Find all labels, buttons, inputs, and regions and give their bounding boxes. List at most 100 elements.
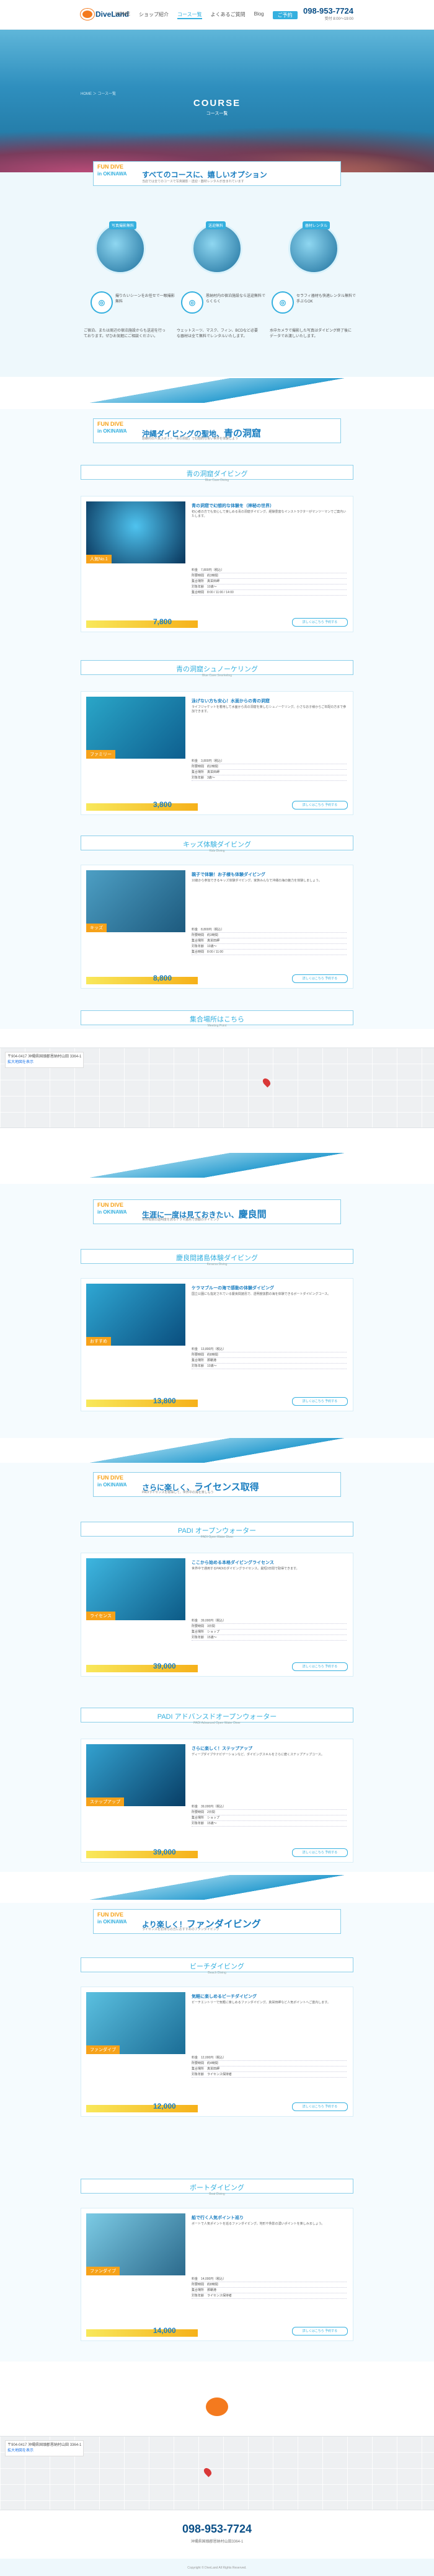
map-link[interactable]: 拡大地図を表示 — [7, 2449, 33, 2453]
course-card: 人気No.1 青の洞窟で幻想的な体験を（神秘の世界） 初心者の方でも安心して楽し… — [81, 496, 353, 632]
main-nav: HOME ショップ紹介 コース一覧 よくあるご質問 Blog ご予約 — [115, 11, 298, 19]
reserve-button[interactable]: 詳しくはこちら 予約する — [292, 2327, 348, 2336]
reserve-button[interactable]: 詳しくはこちら 予約する — [292, 974, 348, 983]
intro-band — [0, 172, 434, 377]
intro-point-1: 撮りたいシーンをお任せで一眼撮影無料 — [115, 294, 175, 304]
photo-circle-3: 器材レンタル — [288, 221, 339, 274]
course-title: PADI アドバンスドオープンウォーター PADI Advanced Open W… — [81, 1708, 353, 1725]
price-bar: 8,800 — [86, 974, 198, 984]
course-headline: さらに楽しく！ステップアップ — [192, 1747, 252, 1751]
footer-logo-icon[interactable] — [206, 2397, 228, 2416]
map-link[interactable]: 拡大地図を表示 — [7, 1061, 33, 1064]
nav-faq[interactable]: よくあるご質問 — [211, 11, 246, 19]
price-bar: 14,000 — [86, 2326, 198, 2337]
site-logo[interactable]: DiveLand — [81, 6, 129, 24]
reserve-button[interactable]: 詳しくはこちら 予約する — [292, 1397, 348, 1406]
section-caption: 恩納村の人気スポット「青の洞窟」で幻想的な青い世界を体験しよう — [142, 437, 239, 441]
nav-reserve[interactable]: ご予約 — [272, 11, 298, 19]
price-bar: 7,800 — [86, 617, 198, 628]
course-title: キッズ体験ダイビング Kids Diving — [81, 836, 353, 853]
map-embed[interactable]: 〒904-0417 沖縄県国頭郡恩納村山田 3364-1 拡大地図を表示 — [0, 1048, 434, 1128]
wave-stripe — [0, 1438, 434, 1463]
course-desc: 世界中で通用するPADIのダイビングライセンス。最短3日間で取得できます。 — [192, 1567, 299, 1571]
wave-stripe — [0, 1153, 434, 1178]
course-card: ファンダイブ 気軽に楽しめるビーチダイビング ビーチエントリーで気軽に楽しめるフ… — [81, 1987, 353, 2117]
course-title: PADI オープンウォーター PADI Open Water Diver — [81, 1522, 353, 1539]
reserve-button[interactable]: 詳しくはこちら 予約する — [292, 2102, 348, 2111]
page-title: COURSE — [193, 98, 241, 108]
course-card: ステップアップ さらに楽しく！ステップアップ ディープダイブやナビゲーションなど… — [81, 1739, 353, 1863]
meeting-title: 集合場所はこちら Meeting Point — [81, 1010, 353, 1028]
section-caption: 世界有数の透明度を誇るケラマ諸島で感動のダイビング — [142, 1218, 220, 1222]
price-bar: 13,800 — [86, 1396, 198, 1407]
nav-shop[interactable]: ショップ紹介 — [139, 11, 169, 19]
course-desc: ライフジャケットを着用して水面から青の洞窟を楽しむシュノーケリング。小さなお子様… — [192, 705, 347, 713]
course-specs: 料金 14,000円（税込） 所要時間 約8時間 集合場所 那覇港 対象年齢 ラ… — [192, 2277, 347, 2299]
tel-number: 098-953-7724 — [303, 6, 353, 15]
fun-heading: FUN DIVE in OKINAWA より楽しく！ファンダイビング ライセンスを… — [93, 1909, 341, 1934]
tel-hours: 受付 8:00〜19:00 — [324, 17, 353, 21]
fun-dive-badge: FUN DIVE in OKINAWA — [97, 1202, 127, 1215]
hero-banner: HOME ＞ コース一覧 COURSE コース一覧 — [0, 30, 434, 172]
course-desc: ボートで人気ポイントを巡るファンダイビング。地形や魚影の濃いポイントを楽しみまし… — [192, 2222, 325, 2226]
course-specs: 料金 39,000円（税込） 所要時間 2日間 集合場所 ショップ 対象年齢 1… — [192, 1804, 347, 1827]
course-card: ライセンス ここから始める本格ダイビングライセンス 世界中で通用するPADIのダ… — [81, 1553, 353, 1677]
header-tel[interactable]: 098-953-7724 受付 8:00〜19:00 — [303, 6, 353, 21]
breadcrumb: HOME ＞ コース一覧 — [81, 92, 117, 96]
course-headline: 泳げない方も安心！水面からの青の洞窟 — [192, 699, 270, 704]
course-photo: 人気No.1 — [86, 501, 185, 563]
course-card: ファンダイブ 船で行く人気ポイント巡り ボートで人気ポイントを巡るファンダイビン… — [81, 2208, 353, 2341]
car-icon: ◎ — [181, 291, 203, 314]
site-header: DiveLand HOME ショップ紹介 コース一覧 よくあるご質問 Blog … — [0, 0, 434, 30]
footer-tel[interactable]: 098-953-7724 — [0, 2523, 434, 2536]
intro-point-3: セラフィ器材も快適レンタル無料で手ぶらOK — [296, 294, 356, 304]
course-desc: 初心者の方でも安心して楽しめる青の洞窟ダイビング。経験豊富なインストラクターがマ… — [192, 510, 347, 518]
price-bar: 39,000 — [86, 1662, 198, 1672]
course-card: おすすめ ケラマブルーの海で感動の体験ダイビング 国立公園にも指定されている慶良… — [81, 1278, 353, 1411]
intro-blurb-1: ご宿泊、または周辺の宿泊施設からも送迎を行っております。ぜひお気軽にご相談くださ… — [84, 329, 166, 338]
price-bar: 3,800 — [86, 800, 198, 811]
course-specs: 料金 3,800円（税込） 所要時間 約2時間 集合場所 真栄田岬 対象年齢 3… — [192, 759, 347, 781]
reserve-button[interactable]: 詳しくはこちら 予約する — [292, 1848, 348, 1857]
course-desc: ディープダイブやナビゲーションなど、ダイビングスキルをさらに磨くステップアップコ… — [192, 1753, 324, 1757]
price-bar: 12,000 — [86, 2102, 198, 2112]
course-title: 慶良間諸島体験ダイビング Kerama Diving — [81, 1249, 353, 1266]
reserve-button[interactable]: 詳しくはこちら 予約する — [292, 801, 348, 809]
course-desc: 10歳から参加できるキッズ体験ダイビング。家族みんなで沖縄の海の魅力を体験しまし… — [192, 879, 322, 883]
course-specs: 料金 13,800円（税込） 所要時間 約8時間 集合場所 那覇港 対象年齢 1… — [192, 1347, 347, 1369]
course-photo: おすすめ — [86, 1284, 185, 1346]
footer-map-embed[interactable]: 〒904-0417 沖縄県国頭郡恩納村山田 3364-1 拡大地図を表示 — [0, 2436, 434, 2510]
course-desc: ビーチエントリーで気軽に楽しめるファンダイビング。真栄田岬など人気ポイントへご案… — [192, 2001, 330, 2005]
course-headline: 船で行く人気ポイント巡り — [192, 2216, 244, 2220]
map-address: 〒904-0417 沖縄県国頭郡恩納村山田 3364-1 拡大地図を表示 — [5, 2440, 84, 2456]
intro-title: すべてのコースに、嬉しいオプション — [142, 170, 267, 179]
course-photo: キッズ — [86, 870, 185, 932]
intro-heading: FUN DIVE in OKINAWA すべてのコースに、嬉しいオプション 当店で… — [93, 161, 341, 186]
wave-stripe — [0, 1875, 434, 1900]
fun-dive-badge: FUN DIVE in OKINAWA — [97, 1912, 127, 1925]
reserve-button[interactable]: 詳しくはこちら 予約する — [292, 618, 348, 627]
reserve-button[interactable]: 詳しくはこちら 予約する — [292, 1662, 348, 1671]
nav-course[interactable]: コース一覧 — [177, 11, 202, 19]
course-headline: ケラマブルーの海で感動の体験ダイビング — [192, 1286, 274, 1290]
nav-blog[interactable]: Blog — [254, 11, 264, 19]
page-subtitle: コース一覧 — [206, 112, 228, 116]
blue-cave-heading: FUN DIVE in OKINAWA 沖縄ダイビングの聖地、青の洞窟 恩納村の人… — [93, 418, 341, 443]
course-specs: 料金 8,800円（税込） 所要時間 約3時間 集合場所 真栄田岬 対象年齢 1… — [192, 927, 347, 955]
kerama-heading: FUN DIVE in OKINAWA 生涯に一度は見ておきたい、慶良間 世界有数… — [93, 1199, 341, 1224]
intro-point-2: 恩納村内の宿泊施設なら送迎無料でらくらく — [206, 294, 266, 304]
section-caption: PADIライセンスを取得して、世界中の海を楽しもう — [142, 1491, 214, 1494]
copyright: Copyright © DiveLand All Rights Reserved… — [187, 2566, 247, 2570]
course-specs: 料金 39,000円（税込） 所要時間 3日間 集合場所 ショップ 対象年齢 1… — [192, 1618, 347, 1641]
price-bar: 39,000 — [86, 1848, 198, 1858]
nav-home[interactable]: HOME — [115, 11, 130, 19]
fun-dive-badge: FUN DIVE in OKINAWA — [97, 164, 127, 177]
course-photo: ライセンス — [86, 1558, 185, 1620]
photo-circle-2: 送迎無料 — [192, 221, 242, 274]
course-title: ボートダイビング Boat Diving — [81, 2179, 353, 2196]
intro-blurb-3: 水中カメラで撮影した写真はダイビング終了後にデータでお渡しいたします。 — [270, 329, 352, 338]
course-title: 青の洞窟シュノーケリング Blue Cave Snorkeling — [81, 660, 353, 677]
course-photo: ファンダイブ — [86, 1992, 185, 2054]
intro-caption: 当店では全てのコースで写真撮影・送迎・器材レンタルが含まれています — [142, 180, 244, 183]
course-photo: ステップアップ — [86, 1744, 185, 1806]
